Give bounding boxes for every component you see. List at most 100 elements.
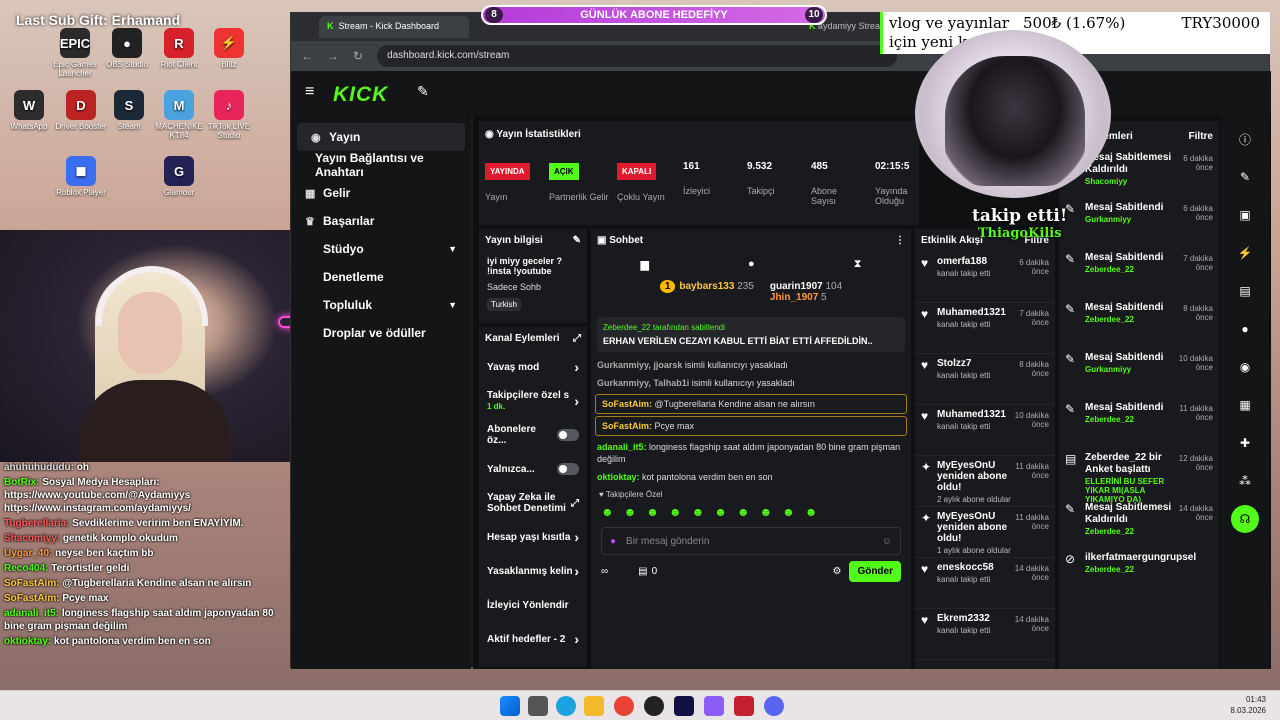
chat-username[interactable]: SoFastAim:	[602, 399, 655, 409]
emoji-icon[interactable]: ☺	[882, 536, 892, 547]
system-clock[interactable]: 01:43 8.03.2026	[1230, 694, 1266, 716]
support-icon[interactable]: ☊	[1231, 505, 1259, 533]
more-icon[interactable]: ⋮	[895, 235, 905, 246]
mod-action-item[interactable]: ✎ Mesaj Sabitlendi Zeberdee_22 11 dakika ön…	[1059, 398, 1219, 448]
chat-message[interactable]: SoFastAim: @Tugberellaria Kendine alsan …	[595, 394, 907, 414]
emote-icon[interactable]: ☻	[714, 505, 727, 519]
desktop-icon[interactable]: ◼ Roblox Player	[52, 156, 110, 197]
layout-icon[interactable]: ▣	[1231, 201, 1259, 229]
store-icon[interactable]: ▤	[638, 566, 647, 577]
kick-app-icon[interactable]	[674, 696, 694, 716]
chat-input[interactable]: ● Bir mesaj gönderin ☺	[601, 527, 901, 555]
top-gifter-1[interactable]: 1 baybars133 235	[659, 280, 754, 303]
emote-icon[interactable]: ☻	[646, 505, 659, 519]
edit-icon[interactable]: ✎	[1231, 163, 1259, 191]
activity-event[interactable]: ♥ Ekrem2332 kanalı takip etti 14 dakika önc…	[915, 609, 1055, 660]
nav-basarilar[interactable]: ♛ Başarılar	[291, 207, 471, 235]
chat-username[interactable]: Gurkanmiyy, Talhab1i	[597, 378, 692, 388]
pin-icon[interactable]: ✎	[417, 83, 429, 100]
channel-action-row[interactable]: Takipçilere özel s1 dk. ›	[479, 384, 587, 418]
mod-action-item[interactable]: ✎ Mesaj Sabitlendi Gurkanmiyy 10 dakika önc…	[1059, 348, 1219, 398]
chat-username[interactable]: oktioktay:	[597, 472, 642, 482]
mod-action-item[interactable]: ✎ Mesaj Sabitlendi Gurkanmiyy 6 dakika önce	[1059, 198, 1219, 248]
folder-icon[interactable]	[584, 696, 604, 716]
chat-message[interactable]: Gurkanmiyy, Talhab1i isimli kullanıcıyı …	[591, 374, 911, 392]
chat-message[interactable]: SoFastAim: Pcye max	[595, 416, 907, 436]
broadcast-icon[interactable]: ◉	[1231, 353, 1259, 381]
mod-action-item[interactable]: ⊘ ilkerfatmaergungrupsel Zeberdee_22	[1059, 548, 1219, 598]
discord-icon[interactable]	[764, 696, 784, 716]
forward-icon[interactable]: →	[327, 49, 339, 63]
chat-message[interactable]: Gurkanmiyy, jjoarsk isimli kullanıcıyı y…	[591, 356, 911, 374]
emote-icon[interactable]: ☻	[782, 505, 795, 519]
desktop-icon[interactable]: W WhatsApp	[0, 90, 58, 131]
desktop-icon[interactable]: EPIC Epic Games Launcher	[46, 28, 104, 78]
emote-icon[interactable]: ☻	[759, 505, 772, 519]
emote-icon[interactable]: ☻	[624, 505, 637, 519]
nav-gelir[interactable]: ▦ Gelir	[291, 179, 471, 207]
chat-username[interactable]: SoFastAim:	[602, 421, 655, 431]
nav-droplar[interactable]: Droplar ve ödüller	[291, 319, 471, 347]
emote-icon[interactable]: ☻	[805, 505, 818, 519]
activity-event[interactable]: ♥ Stolzz7 kanalı takip etti 8 dakika önce	[915, 354, 1055, 405]
mod-action-item[interactable]: ✎ Mesaj Sabitlemesi Kaldırıldı Zeberdee_22…	[1059, 498, 1219, 548]
chrome-icon[interactable]	[614, 696, 634, 716]
activity-event[interactable]: ✦ MyEyesOnU yeniden abone oldu! 1 aylık ab…	[915, 507, 1055, 558]
obs-icon[interactable]	[644, 696, 664, 716]
desktop-icon[interactable]: ⚡ Blitz	[200, 28, 258, 69]
channel-action-row[interactable]: Abonelere öz...	[479, 418, 587, 452]
queue-icon[interactable]: ▦	[1231, 391, 1259, 419]
settings-icon[interactable]: ⚙	[832, 566, 841, 577]
nav-denetleme[interactable]: Denetleme	[291, 263, 471, 291]
mod-action-item[interactable]: ▤ Zeberdee_22 bir Anket başlattı ELLERİNİ …	[1059, 448, 1219, 504]
desktop-icon[interactable]: ● OBS Studio	[98, 28, 156, 69]
lightning-icon[interactable]: ⚡	[1231, 239, 1259, 267]
points-icon[interactable]: ∞	[601, 566, 608, 577]
kick-logo[interactable]: KICK	[333, 83, 388, 107]
task-view-icon[interactable]	[528, 696, 548, 716]
activity-event[interactable]: ♥ omerfa188 kanalı takip etti 6 dakika önce	[915, 252, 1055, 303]
chat-message[interactable]: oktioktay: kot pantolona verdim ben en s…	[591, 468, 911, 486]
send-button[interactable]: Gönder	[849, 561, 901, 582]
share-icon[interactable]: ⁂	[1231, 467, 1259, 495]
emote-icon[interactable]: ☻	[737, 505, 750, 519]
emote-icon[interactable]: ☻	[601, 505, 614, 519]
channel-action-row[interactable]: İzleyici Yönlendir	[479, 588, 587, 622]
wrench-icon[interactable]: ✚	[1231, 429, 1259, 457]
chat-message[interactable]: adanali_it5: longiness flagship saat ald…	[591, 438, 911, 468]
mod-action-item[interactable]: ✎ Mesaj Sabitlendi Zeberdee_22 8 dakika önc…	[1059, 298, 1219, 348]
channel-action-row[interactable]: Yalnızca...	[479, 452, 587, 486]
channel-action-row[interactable]: Yasaklanmış kelin ›	[479, 554, 587, 588]
emote-icon[interactable]: ☻	[692, 505, 705, 519]
trash-icon[interactable]: ▆	[641, 258, 649, 271]
toggle-switch[interactable]	[557, 463, 579, 475]
chat-username[interactable]: adanali_it5:	[597, 442, 649, 452]
toggle-switch[interactable]	[557, 429, 579, 441]
back-icon[interactable]: ←	[301, 49, 313, 63]
url-field[interactable]: dashboard.kick.com/stream	[377, 45, 898, 67]
popout-icon[interactable]: ⤢	[573, 333, 581, 344]
nav-stream-key[interactable]: Yayın Bağlantısı ve Anahtarı	[291, 151, 471, 179]
app-icon[interactable]	[734, 696, 754, 716]
nav-topluluk[interactable]: Topluluk ▼	[291, 291, 471, 319]
tab-kick-dashboard[interactable]: K Stream - Kick Dashboard	[319, 16, 469, 38]
chat-icon[interactable]: ●	[1231, 315, 1259, 343]
desktop-icon[interactable]: ♪ TikTok LIVE Studio	[200, 90, 258, 140]
channel-action-row[interactable]: Aktif hedefler - 2 ›	[479, 622, 587, 656]
menu-icon[interactable]: ≡	[305, 83, 314, 101]
chat-username[interactable]: Gurkanmiyy, jjoarsk	[597, 360, 685, 370]
activity-event[interactable]: ✦ MyEyesOnU yeniden abone oldu! 2 aylık ab…	[915, 456, 1055, 507]
edge-icon[interactable]	[556, 696, 576, 716]
top-gifter-2[interactable]: guarin1907 104 Jhin_1907 5	[770, 281, 842, 303]
channel-action-row[interactable]: Hesap yaşı kısıtla ›	[479, 520, 587, 554]
start-icon[interactable]	[500, 696, 520, 716]
activity-event[interactable]: ♥ eneskocc58 kanalı takip etti 14 dakika ön…	[915, 558, 1055, 609]
hourglass-icon[interactable]: ⧗	[854, 258, 862, 271]
notes-icon[interactable]: ▤	[1231, 277, 1259, 305]
chat-bubble-icon[interactable]: ●	[748, 258, 755, 271]
twitch-icon[interactable]	[704, 696, 724, 716]
reload-icon[interactable]: ↻	[353, 49, 363, 63]
edit-icon[interactable]: ✎	[573, 235, 581, 246]
mod-filter-button[interactable]: Filtre	[1189, 131, 1213, 142]
nav-studyo[interactable]: Stüdyo ▼	[291, 235, 471, 263]
